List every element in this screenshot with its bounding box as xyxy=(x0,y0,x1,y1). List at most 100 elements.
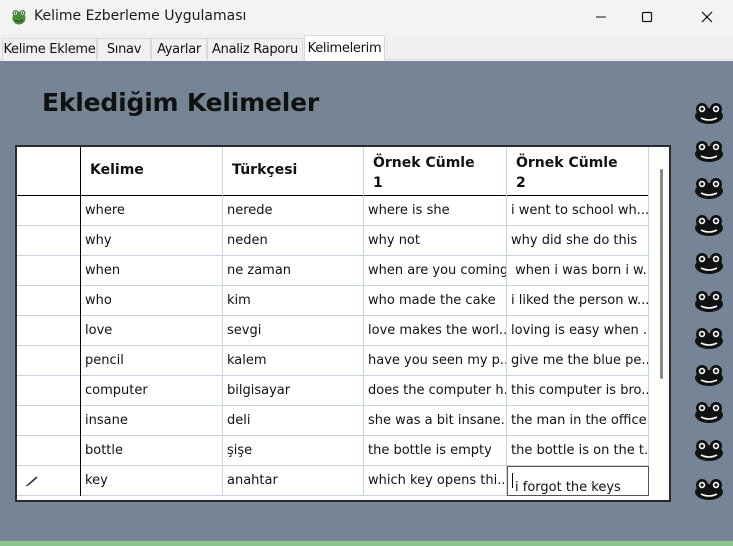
table-row[interactable]: pencil kalem have you seen my p... give … xyxy=(17,346,649,376)
cell-ornek-cumle-1[interactable]: she was a bit insane... xyxy=(364,406,507,436)
row-header[interactable] xyxy=(17,226,81,256)
row-header[interactable] xyxy=(17,376,81,406)
close-button[interactable] xyxy=(684,0,730,34)
tab-kelime-ekleme[interactable]: Kelime Ekleme xyxy=(2,38,97,60)
table-row[interactable]: when ne zaman when are you coming when i… xyxy=(17,256,649,286)
frog-app-icon xyxy=(12,10,26,25)
cell-kelime[interactable]: love xyxy=(81,316,223,346)
cell-ornek-cumle-1[interactable]: love makes the worl... xyxy=(364,316,507,346)
cell-kelime[interactable]: when xyxy=(81,256,223,286)
cell-turkcesi[interactable]: anahtar xyxy=(223,466,364,496)
grid-header-row: Kelime Türkçesi Örnek Cümle 1 Örnek Cüml… xyxy=(17,147,649,196)
cell-ornek-cumle-1[interactable]: the bottle is empty xyxy=(364,436,507,466)
column-header-kelime[interactable]: Kelime xyxy=(81,147,223,196)
cell-ornek-cumle-1[interactable]: why not xyxy=(364,226,507,256)
tab-analiz-raporu[interactable]: Analiz Raporu xyxy=(207,38,303,60)
cell-turkcesi[interactable]: kalem xyxy=(223,346,364,376)
cell-kelime[interactable]: computer xyxy=(81,376,223,406)
maximize-button[interactable] xyxy=(624,0,670,34)
tab-kelimelerim[interactable]: Kelimelerim xyxy=(304,35,385,61)
minimize-icon xyxy=(596,16,606,18)
cell-kelime[interactable]: why xyxy=(81,226,223,256)
column-header-ornek-cumle-2[interactable]: Örnek Cümle 2 xyxy=(507,147,649,196)
cell-kelime[interactable]: insane xyxy=(81,406,223,436)
table-row[interactable]: where nerede where is she i went to scho… xyxy=(17,196,649,226)
cell-ornek-cumle-2[interactable]: the man in the office... xyxy=(507,406,649,436)
cell-ornek-cumle-1[interactable]: does the computer h... xyxy=(364,376,507,406)
column-header-turkcesi[interactable]: Türkçesi xyxy=(223,147,364,196)
frog-icon[interactable] xyxy=(693,363,725,387)
cell-ornek-cumle-2[interactable]: loving is easy when ... xyxy=(507,316,649,346)
window-title: Kelime Ezberleme Uygulaması xyxy=(34,8,247,24)
cell-ornek-cumle-2[interactable]: this computer is bro... xyxy=(507,376,649,406)
cell-turkcesi[interactable]: nerede xyxy=(223,196,364,226)
table-row[interactable]: why neden why not why did she do this xyxy=(17,226,649,256)
cell-kelime[interactable]: pencil xyxy=(81,346,223,376)
scrollbar-thumb[interactable] xyxy=(660,169,663,379)
row-header[interactable] xyxy=(17,466,81,496)
table-row-editing[interactable]: key anahtar which key opens thi... i for… xyxy=(17,466,649,496)
table-row[interactable]: love sevgi love makes the worl... loving… xyxy=(17,316,649,346)
frog-icon[interactable] xyxy=(693,213,725,237)
cell-turkcesi[interactable]: bilgisayar xyxy=(223,376,364,406)
bottom-status-strip xyxy=(0,541,733,546)
cell-ornek-cumle-2[interactable]: i went to school wh... xyxy=(507,196,649,226)
row-header[interactable] xyxy=(17,406,81,436)
cell-ornek-cumle-1[interactable]: when are you coming xyxy=(364,256,507,286)
cell-kelime[interactable]: who xyxy=(81,286,223,316)
cell-turkcesi[interactable]: deli xyxy=(223,406,364,436)
cell-ornek-cumle-1[interactable]: which key opens thi... xyxy=(364,466,507,496)
close-icon xyxy=(701,11,713,23)
frog-icon[interactable] xyxy=(693,176,725,200)
row-header[interactable] xyxy=(17,436,81,466)
row-header[interactable] xyxy=(17,316,81,346)
table-row[interactable]: bottle şişe the bottle is empty the bott… xyxy=(17,436,649,466)
cell-kelime[interactable]: key xyxy=(81,466,223,496)
cell-ornek-cumle-2[interactable]: give me the blue pe... xyxy=(507,346,649,376)
cell-turkcesi[interactable]: kim xyxy=(223,286,364,316)
pencil-icon xyxy=(25,476,38,487)
page-heading: Eklediğim Kelimeler xyxy=(42,88,319,117)
frog-icon[interactable] xyxy=(693,326,725,350)
frog-icon[interactable] xyxy=(693,101,725,125)
frog-icon[interactable] xyxy=(693,400,725,424)
cell-ornek-cumle-2-edit[interactable]: i forgot the keys xyxy=(507,466,649,496)
frog-icon[interactable] xyxy=(693,477,725,501)
cell-ornek-cumle-1[interactable]: where is she xyxy=(364,196,507,226)
cell-ornek-cumle-2[interactable]: when i was born i w... xyxy=(507,256,649,286)
row-header[interactable] xyxy=(17,286,81,316)
table-row[interactable]: who kim who made the cake i liked the pe… xyxy=(17,286,649,316)
column-header-ornek-cumle-1[interactable]: Örnek Cümle 1 xyxy=(364,147,507,196)
cell-turkcesi[interactable]: neden xyxy=(223,226,364,256)
grid-vertical-scrollbar[interactable] xyxy=(655,147,669,500)
maximize-icon xyxy=(641,11,653,23)
grid-corner-header xyxy=(17,147,81,196)
row-header[interactable] xyxy=(17,346,81,376)
cell-ornek-cumle-2[interactable]: why did she do this xyxy=(507,226,649,256)
tab-sinav[interactable]: Sınav xyxy=(97,38,151,60)
table-row[interactable]: insane deli she was a bit insane... the … xyxy=(17,406,649,436)
frog-icon[interactable] xyxy=(693,438,725,462)
minimize-button[interactable] xyxy=(578,0,624,34)
app-window: Kelime Ezberleme Uygulaması Kelime Eklem… xyxy=(0,0,733,546)
frog-icon[interactable] xyxy=(693,139,725,163)
cell-turkcesi[interactable]: sevgi xyxy=(223,316,364,346)
words-grid[interactable]: Kelime Türkçesi Örnek Cümle 1 Örnek Cüml… xyxy=(15,145,671,502)
cell-ornek-cumle-2[interactable]: i liked the person w... xyxy=(507,286,649,316)
cell-turkcesi[interactable]: ne zaman xyxy=(223,256,364,286)
table-row[interactable]: computer bilgisayar does the computer h.… xyxy=(17,376,649,406)
cell-kelime[interactable]: where xyxy=(81,196,223,226)
cell-turkcesi[interactable]: şişe xyxy=(223,436,364,466)
cell-ornek-cumle-1[interactable]: who made the cake xyxy=(364,286,507,316)
row-header[interactable] xyxy=(17,196,81,226)
cell-ornek-cumle-2[interactable]: the bottle is on the t... xyxy=(507,436,649,466)
text-caret xyxy=(512,473,513,488)
cell-kelime[interactable]: bottle xyxy=(81,436,223,466)
cell-ornek-cumle-1[interactable]: have you seen my p... xyxy=(364,346,507,376)
frog-icon[interactable] xyxy=(693,251,725,275)
cell-edit-text[interactable]: i forgot the keys xyxy=(515,480,621,495)
tab-ayarlar[interactable]: Ayarlar xyxy=(151,38,207,60)
frog-icon[interactable] xyxy=(693,289,725,313)
tab-strip: Kelime Ekleme Sınav Ayarlar Analiz Rapor… xyxy=(0,35,733,61)
row-header[interactable] xyxy=(17,256,81,286)
